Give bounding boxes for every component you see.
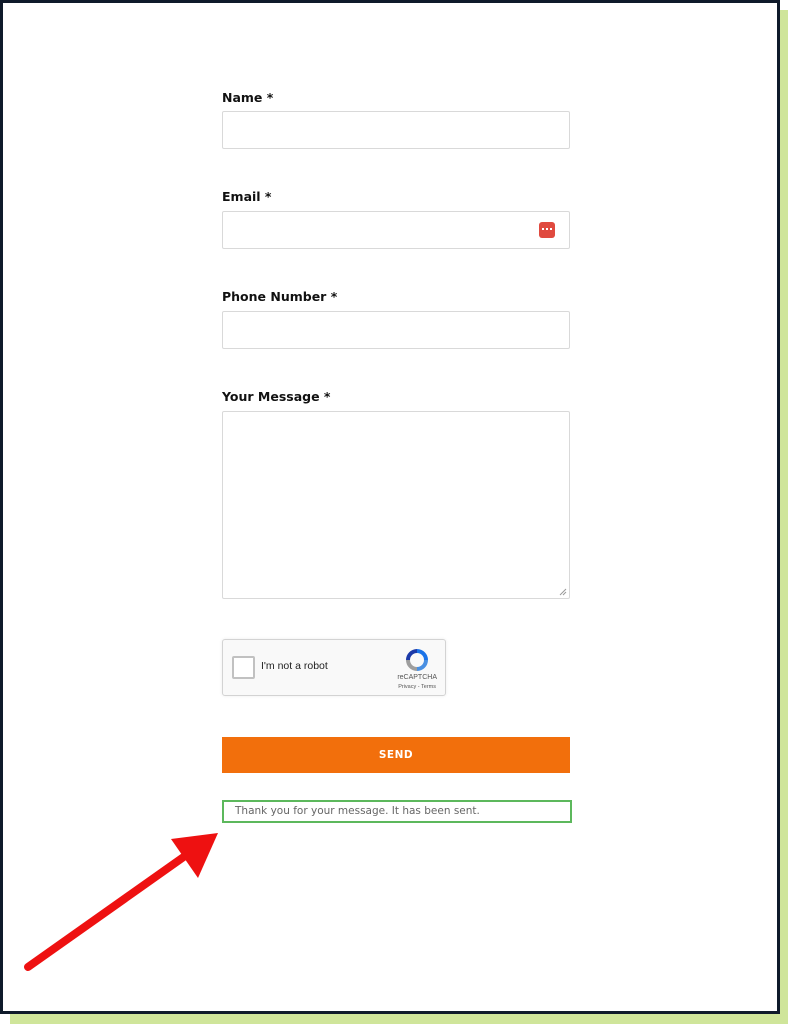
recaptcha-label: I'm not a robot [261,660,328,672]
name-input[interactable] [222,111,570,149]
recaptcha-widget: I'm not a robot reCAPTCHA Privacy - Term… [222,639,446,696]
phone-label: Phone Number * [222,289,338,304]
message-label: Your Message * [222,389,331,404]
email-input[interactable] [222,211,570,249]
resize-handle-icon[interactable] [559,588,567,596]
password-manager-icon[interactable] [539,222,555,238]
screenshot-frame: Name * Email * Phone Number * Your Messa… [0,0,780,1014]
recaptcha-links[interactable]: Privacy - Terms [398,684,436,690]
name-label: Name * [222,90,274,105]
send-button[interactable]: SEND [222,737,570,773]
recaptcha-checkbox[interactable] [232,656,255,679]
success-message: Thank you for your message. It has been … [222,800,572,823]
message-textarea[interactable] [222,411,570,599]
phone-input[interactable] [222,311,570,349]
email-label: Email * [222,189,272,204]
recaptcha-brand: reCAPTCHA [397,674,437,681]
recaptcha-logo-icon [406,649,428,671]
